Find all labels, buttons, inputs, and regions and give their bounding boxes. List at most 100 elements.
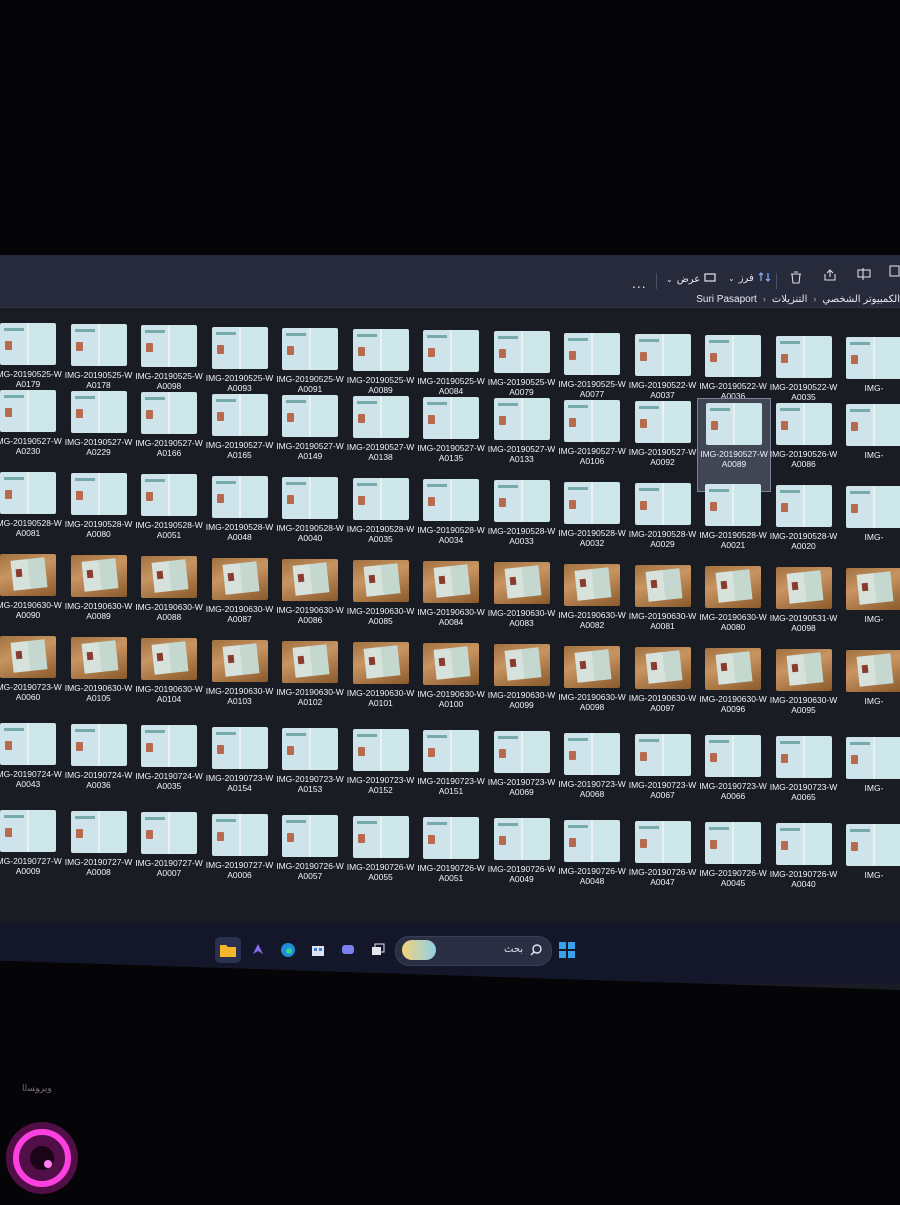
file-item[interactable]: IMG-20190727-W A0008 [63,807,135,899]
file-item[interactable]: IMG-20190528-W A0081 [0,468,64,560]
file-item[interactable]: IMG-20190727-W A0006 [204,810,276,902]
file-item[interactable]: IMG-20190723-W A0154 [204,723,276,815]
file-item[interactable]: IMG-20190630-W A0095 [768,645,840,737]
file-item[interactable]: IMG-20190630-W A0103 [204,636,276,728]
file-item[interactable]: IMG-20190726-W A0040 [768,819,840,911]
share-icon[interactable] [822,267,838,283]
view-button[interactable]: ⌄ عرض [666,273,716,286]
file-item[interactable]: IMG-20190630-W A0084 [415,557,487,649]
file-item[interactable]: IMG-20190630-W A0097 [627,643,699,735]
file-item[interactable]: IMG-20190630-W A0104 [133,634,205,726]
file-item[interactable]: IMG-20190531-W A0098 [768,563,840,655]
file-item[interactable]: IMG-20190527-W A0229 [63,387,135,479]
file-item[interactable]: IMG-20190723-W A0065 [768,732,840,824]
file-item[interactable]: IMG-20190630-W A0102 [274,637,346,729]
file-item[interactable]: IMG-20190726-W A0051 [415,813,487,905]
file-item[interactable]: IMG-20190527-W A0165 [204,390,276,482]
file-item[interactable]: IMG-20190724-W A0036 [63,720,135,812]
file-item[interactable]: IMG-20190724-W A0043 [0,719,64,811]
file-item[interactable]: IMG- [838,646,900,738]
file-item[interactable]: IMG-20190726-W A0049 [486,814,558,906]
file-item[interactable]: IMG-20190528-W A0033 [486,476,558,568]
file-item[interactable]: IMG-20190527-W A0089 [697,398,771,492]
file-item[interactable]: IMG-20190630-W A0082 [556,560,628,652]
file-item[interactable]: IMG-20190527-W A0106 [556,396,628,488]
file-item[interactable]: IMG-20190527-W A0092 [627,397,699,489]
file-item[interactable]: IMG-20190630-W A0088 [133,552,205,644]
file-item[interactable]: IMG-20190726-W A0047 [627,817,699,909]
file-item[interactable]: IMG-20190528-W A0040 [274,473,346,565]
file-item[interactable]: IMG-20190528-W A0035 [345,474,417,566]
file-thumbnail [775,336,832,379]
file-item[interactable]: IMG-20190527-W A0149 [274,391,346,483]
file-item[interactable]: IMG-20190630-W A0086 [274,555,346,647]
file-item[interactable]: IMG- [838,400,900,492]
chat-icon[interactable] [335,937,361,963]
file-item[interactable]: IMG-20190630-W A0096 [697,644,769,736]
file-item[interactable]: IMG-20190726-W A0048 [556,816,628,908]
file-item[interactable]: IMG-20190723-W A0152 [345,725,417,817]
file-item[interactable]: IMG-20190723-W A0068 [556,729,628,821]
file-item[interactable]: IMG-20190630-W A0083 [486,558,558,650]
file-item[interactable]: IMG- [838,564,900,656]
file-item[interactable]: IMG- [838,733,900,825]
file-item[interactable]: IMG-20190726-W A0057 [274,811,346,903]
copy-icon[interactable] [886,264,900,280]
file-item[interactable]: IMG-20190723-W A0151 [415,726,487,818]
file-item[interactable]: IMG-20190723-W A0060 [0,632,64,724]
file-item[interactable]: IMG-20190527-W A0230 [0,386,64,478]
file-item[interactable]: IMG- [838,820,900,912]
file-item[interactable]: IMG-20190630-W A0098 [556,642,628,734]
file-item[interactable]: IMG-20190526-W A0086 [768,399,840,491]
file-item[interactable]: IMG-20190528-W A0020 [768,481,840,573]
file-thumbnail [846,737,900,780]
breadcrumb-item[interactable]: Suri Pasaport [696,294,757,305]
file-item[interactable]: IMG-20190726-W A0045 [697,818,769,910]
file-item[interactable]: IMG-20190527-W A0133 [486,394,558,486]
file-item[interactable]: IMG-20190528-W A0032 [556,478,628,570]
copilot-icon[interactable] [245,937,271,963]
file-item[interactable]: IMG-20190630-W A0100 [415,639,487,731]
file-explorer-icon[interactable] [215,937,241,963]
file-item[interactable]: IMG-20190727-W A0009 [0,806,64,898]
more-options-button[interactable]: ... [632,275,647,291]
file-item[interactable]: IMG-20190723-W A0067 [627,730,699,822]
file-item[interactable]: IMG-20190528-W A0080 [63,469,135,561]
task-view-icon[interactable] [365,937,391,963]
file-item[interactable]: IMG-20190528-W A0051 [133,470,205,562]
file-item[interactable]: IMG-20190630-W A0080 [697,562,769,654]
file-item[interactable]: IMG-20190630-W A0090 [0,550,64,642]
file-item[interactable]: IMG-20190723-W A0153 [274,724,346,816]
file-item[interactable]: IMG-20190630-W A0081 [627,561,699,653]
file-item[interactable]: IMG-20190527-W A0138 [345,392,417,484]
breadcrumb-item[interactable]: الكمبيوتر الشخصي [822,294,900,305]
file-item[interactable]: IMG-20190528-W A0029 [627,479,699,571]
breadcrumb-item[interactable]: التنزيلات [772,294,808,305]
file-item[interactable]: IMG-20190630-W A0105 [63,633,135,725]
edge-icon[interactable] [275,937,301,963]
file-item[interactable]: IMG-20190630-W A0089 [63,551,135,643]
file-item[interactable]: IMG-20190723-W A0069 [486,727,558,819]
file-item[interactable]: IMG-20190727-W A0007 [133,808,205,900]
file-item[interactable]: IMG-20190528-W A0021 [697,480,769,572]
file-item[interactable]: IMG-20190630-W A0099 [486,640,558,732]
file-item[interactable]: IMG-20190630-W A0101 [345,638,417,730]
file-item[interactable]: IMG-20190726-W A0055 [345,812,417,904]
file-item[interactable]: IMG-20190724-W A0035 [133,721,205,813]
file-thumbnail [564,332,620,375]
file-item[interactable]: IMG-20190528-W A0034 [415,475,487,567]
file-item[interactable]: IMG-20190527-W A0166 [133,388,205,480]
file-item[interactable]: IMG-20190528-W A0048 [204,472,276,564]
rename-icon[interactable] [856,265,872,281]
file-item[interactable]: IMG-20190723-W A0066 [697,731,769,823]
sort-button[interactable]: ⌄ فرز [728,271,772,286]
file-thumbnail [282,727,338,770]
file-item[interactable]: IMG-20190630-W A0087 [204,554,276,646]
search-box[interactable]: بحث [395,936,552,966]
file-item[interactable]: IMG-20190527-W A0135 [415,393,487,485]
file-item[interactable]: IMG- [838,482,900,574]
start-icon[interactable] [554,937,580,963]
file-item[interactable]: IMG-20190630-W A0085 [345,556,417,648]
delete-icon[interactable] [788,269,804,285]
store-icon[interactable] [305,937,331,963]
